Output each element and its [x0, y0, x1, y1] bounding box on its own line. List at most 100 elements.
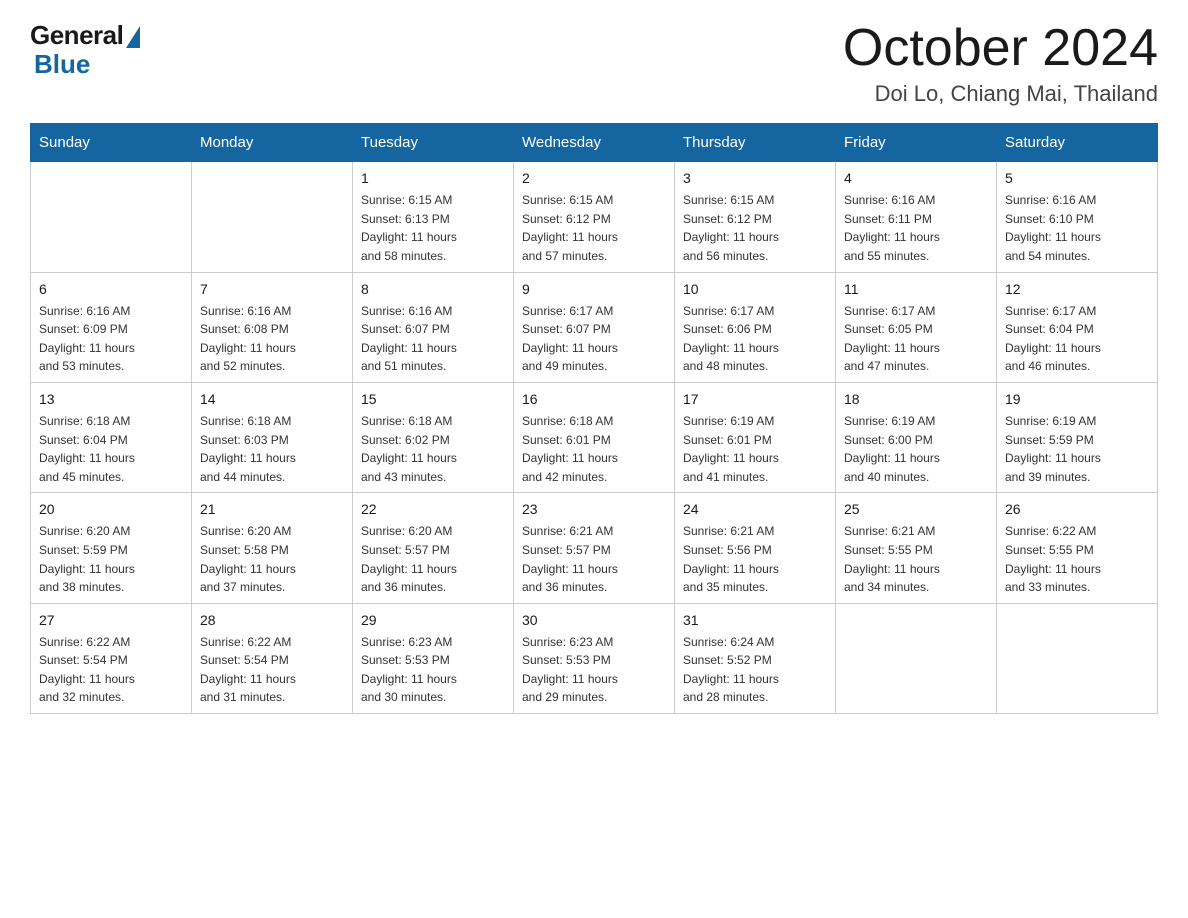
day-info: Sunrise: 6:15 AM Sunset: 6:12 PM Dayligh…	[522, 191, 666, 265]
day-info: Sunrise: 6:21 AM Sunset: 5:55 PM Dayligh…	[844, 522, 988, 596]
header-tuesday: Tuesday	[353, 124, 514, 162]
week-row-1: 1Sunrise: 6:15 AM Sunset: 6:13 PM Daylig…	[31, 162, 1158, 272]
calendar-header-row: SundayMondayTuesdayWednesdayThursdayFrid…	[31, 124, 1158, 162]
day-number: 7	[200, 279, 344, 300]
day-info: Sunrise: 6:18 AM Sunset: 6:04 PM Dayligh…	[39, 412, 183, 486]
calendar-cell: 29Sunrise: 6:23 AM Sunset: 5:53 PM Dayli…	[353, 603, 514, 713]
calendar-cell: 23Sunrise: 6:21 AM Sunset: 5:57 PM Dayli…	[514, 493, 675, 603]
calendar-cell: 26Sunrise: 6:22 AM Sunset: 5:55 PM Dayli…	[997, 493, 1158, 603]
calendar-cell: 20Sunrise: 6:20 AM Sunset: 5:59 PM Dayli…	[31, 493, 192, 603]
header-friday: Friday	[836, 124, 997, 162]
header-thursday: Thursday	[675, 124, 836, 162]
day-info: Sunrise: 6:20 AM Sunset: 5:58 PM Dayligh…	[200, 522, 344, 596]
calendar-cell: 28Sunrise: 6:22 AM Sunset: 5:54 PM Dayli…	[192, 603, 353, 713]
day-number: 24	[683, 499, 827, 520]
calendar-cell: 27Sunrise: 6:22 AM Sunset: 5:54 PM Dayli…	[31, 603, 192, 713]
day-number: 9	[522, 279, 666, 300]
calendar-cell: 11Sunrise: 6:17 AM Sunset: 6:05 PM Dayli…	[836, 272, 997, 382]
header-wednesday: Wednesday	[514, 124, 675, 162]
calendar-cell	[192, 162, 353, 272]
logo-blue-text: Blue	[34, 49, 90, 80]
calendar-cell: 14Sunrise: 6:18 AM Sunset: 6:03 PM Dayli…	[192, 382, 353, 492]
logo-triangle-icon	[126, 26, 140, 48]
calendar-cell: 24Sunrise: 6:21 AM Sunset: 5:56 PM Dayli…	[675, 493, 836, 603]
calendar-cell: 22Sunrise: 6:20 AM Sunset: 5:57 PM Dayli…	[353, 493, 514, 603]
calendar-cell	[997, 603, 1158, 713]
calendar-cell: 21Sunrise: 6:20 AM Sunset: 5:58 PM Dayli…	[192, 493, 353, 603]
day-number: 12	[1005, 279, 1149, 300]
calendar-cell: 13Sunrise: 6:18 AM Sunset: 6:04 PM Dayli…	[31, 382, 192, 492]
week-row-3: 13Sunrise: 6:18 AM Sunset: 6:04 PM Dayli…	[31, 382, 1158, 492]
day-number: 23	[522, 499, 666, 520]
calendar-cell: 2Sunrise: 6:15 AM Sunset: 6:12 PM Daylig…	[514, 162, 675, 272]
day-number: 20	[39, 499, 183, 520]
day-number: 31	[683, 610, 827, 631]
day-number: 6	[39, 279, 183, 300]
day-number: 10	[683, 279, 827, 300]
day-info: Sunrise: 6:21 AM Sunset: 5:56 PM Dayligh…	[683, 522, 827, 596]
calendar-cell	[836, 603, 997, 713]
day-number: 22	[361, 499, 505, 520]
title-section: October 2024 Doi Lo, Chiang Mai, Thailan…	[843, 20, 1158, 107]
day-info: Sunrise: 6:16 AM Sunset: 6:08 PM Dayligh…	[200, 302, 344, 376]
day-info: Sunrise: 6:18 AM Sunset: 6:02 PM Dayligh…	[361, 412, 505, 486]
day-info: Sunrise: 6:17 AM Sunset: 6:05 PM Dayligh…	[844, 302, 988, 376]
header-sunday: Sunday	[31, 124, 192, 162]
day-info: Sunrise: 6:17 AM Sunset: 6:06 PM Dayligh…	[683, 302, 827, 376]
day-number: 4	[844, 168, 988, 189]
day-info: Sunrise: 6:19 AM Sunset: 6:01 PM Dayligh…	[683, 412, 827, 486]
calendar-cell: 31Sunrise: 6:24 AM Sunset: 5:52 PM Dayli…	[675, 603, 836, 713]
day-info: Sunrise: 6:15 AM Sunset: 6:13 PM Dayligh…	[361, 191, 505, 265]
day-number: 29	[361, 610, 505, 631]
location-title: Doi Lo, Chiang Mai, Thailand	[843, 81, 1158, 107]
calendar-cell: 19Sunrise: 6:19 AM Sunset: 5:59 PM Dayli…	[997, 382, 1158, 492]
day-number: 15	[361, 389, 505, 410]
day-number: 19	[1005, 389, 1149, 410]
calendar-table: SundayMondayTuesdayWednesdayThursdayFrid…	[30, 123, 1158, 714]
day-number: 26	[1005, 499, 1149, 520]
day-info: Sunrise: 6:19 AM Sunset: 6:00 PM Dayligh…	[844, 412, 988, 486]
day-number: 3	[683, 168, 827, 189]
calendar-cell: 7Sunrise: 6:16 AM Sunset: 6:08 PM Daylig…	[192, 272, 353, 382]
day-info: Sunrise: 6:15 AM Sunset: 6:12 PM Dayligh…	[683, 191, 827, 265]
calendar-cell: 1Sunrise: 6:15 AM Sunset: 6:13 PM Daylig…	[353, 162, 514, 272]
day-info: Sunrise: 6:16 AM Sunset: 6:11 PM Dayligh…	[844, 191, 988, 265]
week-row-2: 6Sunrise: 6:16 AM Sunset: 6:09 PM Daylig…	[31, 272, 1158, 382]
calendar-cell: 12Sunrise: 6:17 AM Sunset: 6:04 PM Dayli…	[997, 272, 1158, 382]
day-info: Sunrise: 6:23 AM Sunset: 5:53 PM Dayligh…	[522, 633, 666, 707]
day-info: Sunrise: 6:16 AM Sunset: 6:07 PM Dayligh…	[361, 302, 505, 376]
day-info: Sunrise: 6:18 AM Sunset: 6:03 PM Dayligh…	[200, 412, 344, 486]
calendar-cell: 18Sunrise: 6:19 AM Sunset: 6:00 PM Dayli…	[836, 382, 997, 492]
calendar-cell: 4Sunrise: 6:16 AM Sunset: 6:11 PM Daylig…	[836, 162, 997, 272]
logo-general-text: General	[30, 20, 123, 51]
day-number: 30	[522, 610, 666, 631]
day-number: 25	[844, 499, 988, 520]
calendar-cell: 16Sunrise: 6:18 AM Sunset: 6:01 PM Dayli…	[514, 382, 675, 492]
day-number: 17	[683, 389, 827, 410]
day-info: Sunrise: 6:22 AM Sunset: 5:54 PM Dayligh…	[200, 633, 344, 707]
day-info: Sunrise: 6:17 AM Sunset: 6:04 PM Dayligh…	[1005, 302, 1149, 376]
calendar-cell: 5Sunrise: 6:16 AM Sunset: 6:10 PM Daylig…	[997, 162, 1158, 272]
logo: General Blue	[30, 20, 140, 80]
day-info: Sunrise: 6:20 AM Sunset: 5:59 PM Dayligh…	[39, 522, 183, 596]
day-info: Sunrise: 6:24 AM Sunset: 5:52 PM Dayligh…	[683, 633, 827, 707]
day-number: 27	[39, 610, 183, 631]
day-info: Sunrise: 6:21 AM Sunset: 5:57 PM Dayligh…	[522, 522, 666, 596]
calendar-cell: 30Sunrise: 6:23 AM Sunset: 5:53 PM Dayli…	[514, 603, 675, 713]
calendar-cell: 9Sunrise: 6:17 AM Sunset: 6:07 PM Daylig…	[514, 272, 675, 382]
day-number: 2	[522, 168, 666, 189]
day-number: 21	[200, 499, 344, 520]
day-number: 5	[1005, 168, 1149, 189]
day-number: 1	[361, 168, 505, 189]
day-number: 11	[844, 279, 988, 300]
day-info: Sunrise: 6:23 AM Sunset: 5:53 PM Dayligh…	[361, 633, 505, 707]
day-number: 8	[361, 279, 505, 300]
calendar-cell: 10Sunrise: 6:17 AM Sunset: 6:06 PM Dayli…	[675, 272, 836, 382]
day-info: Sunrise: 6:22 AM Sunset: 5:54 PM Dayligh…	[39, 633, 183, 707]
day-info: Sunrise: 6:17 AM Sunset: 6:07 PM Dayligh…	[522, 302, 666, 376]
day-number: 14	[200, 389, 344, 410]
day-info: Sunrise: 6:18 AM Sunset: 6:01 PM Dayligh…	[522, 412, 666, 486]
day-number: 13	[39, 389, 183, 410]
calendar-cell	[31, 162, 192, 272]
day-number: 28	[200, 610, 344, 631]
